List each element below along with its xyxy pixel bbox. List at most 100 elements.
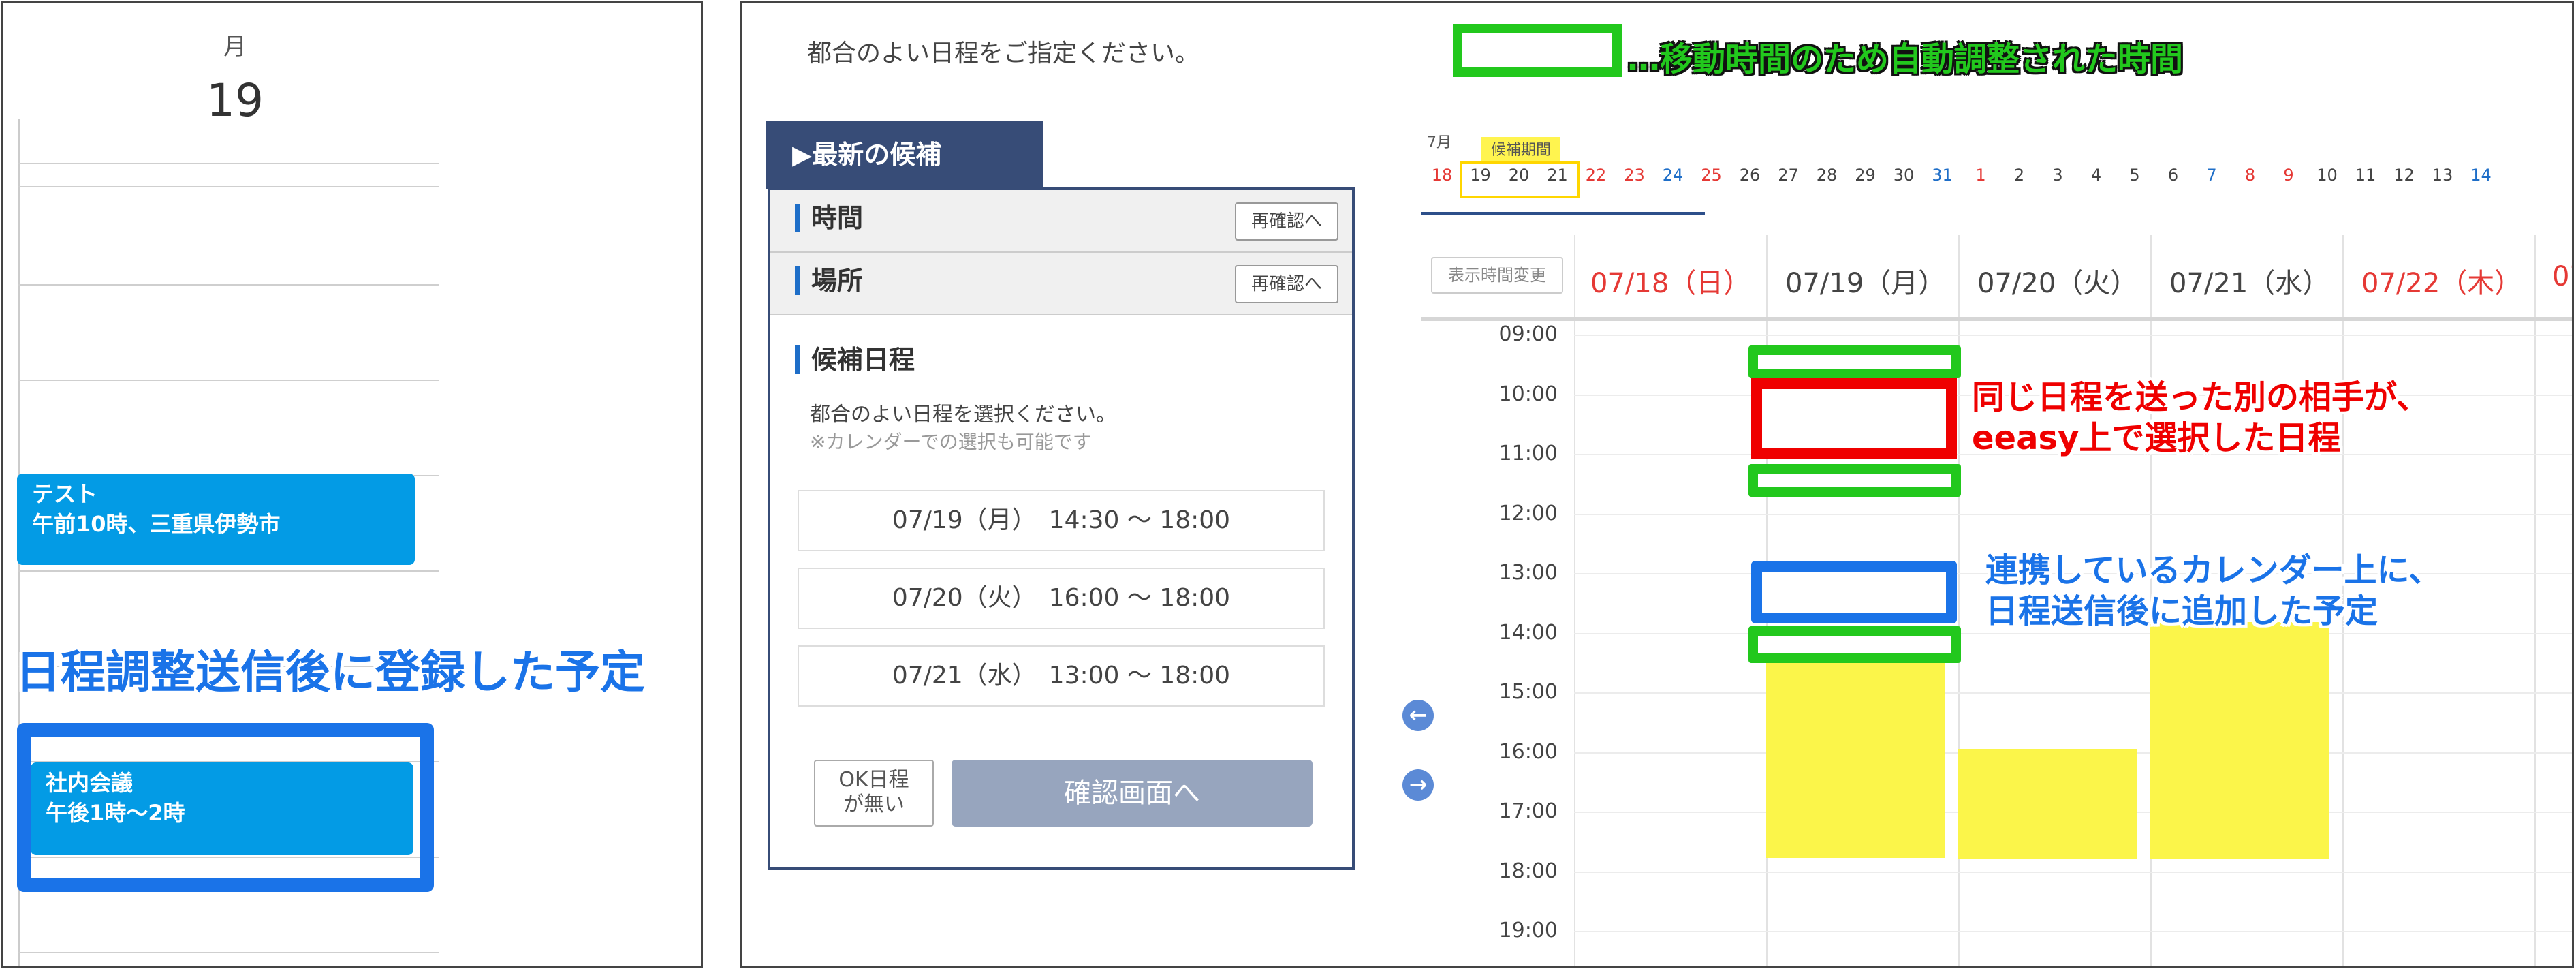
calendar-event-test[interactable]: テスト 午前10時、三重県伊勢市 bbox=[17, 474, 415, 565]
place-row: 場所 再確認へ bbox=[770, 253, 1352, 315]
date-strip-underline bbox=[1421, 212, 1705, 215]
annotation-blue: 連携しているカレンダー上に、 日程送信後に追加した予定 bbox=[1985, 550, 2441, 632]
reconfirm-place-button[interactable]: 再確認へ bbox=[1235, 265, 1338, 303]
column-header: 07/22（木） bbox=[2361, 268, 2522, 299]
time-label: 19:00 bbox=[1498, 919, 1558, 942]
date-strip-day[interactable]: 28 bbox=[1808, 166, 1846, 185]
green-adjust-box bbox=[1748, 464, 1961, 497]
red-highlight-box bbox=[1751, 378, 1957, 459]
event-time: 午前10時、三重県伊勢市 bbox=[32, 511, 281, 537]
annotation-caption: 日程調整送信後に登録した予定 bbox=[16, 646, 645, 698]
time-label: 17:00 bbox=[1498, 799, 1558, 823]
hour-line bbox=[18, 570, 439, 572]
display-time-button[interactable]: 表示時間変更 bbox=[1431, 257, 1563, 294]
calendar-event-meeting[interactable]: 社内会議 午後1時～2時 bbox=[31, 762, 413, 855]
blue-highlight-box bbox=[1751, 561, 1957, 623]
date-strip-day[interactable]: 25 bbox=[1693, 166, 1731, 185]
time-label: 09:00 bbox=[1498, 322, 1558, 346]
candidate-slot[interactable]: 07/19（月） 14:30 ～ 18:00 bbox=[798, 490, 1325, 551]
day-number[interactable]: 19 bbox=[194, 74, 276, 127]
page-instruction: 都合のよい日程をご指定ください。 bbox=[807, 40, 1200, 67]
date-strip-day[interactable]: 13 bbox=[2423, 166, 2462, 185]
date-strip-day[interactable]: 24 bbox=[1654, 166, 1692, 185]
time-label: 13:00 bbox=[1498, 561, 1558, 585]
date-strip-day[interactable]: 2 bbox=[2000, 166, 2039, 185]
candidate-period-tag: 候補期間 bbox=[1481, 137, 1560, 164]
candidate-slot[interactable]: 07/20（火） 16:00 ～ 18:00 bbox=[798, 568, 1325, 629]
time-label: 11:00 bbox=[1498, 442, 1558, 465]
time-gridline bbox=[1574, 692, 2572, 694]
date-strip-day[interactable]: 26 bbox=[1731, 166, 1769, 185]
date-strip-day[interactable]: 14 bbox=[2462, 166, 2500, 185]
date-strip-day[interactable]: 6 bbox=[2154, 166, 2193, 185]
time-label: 12:00 bbox=[1498, 501, 1558, 525]
calendar-week-view: 7月 候補期間 表示時間変更 07/18（日） 07/19（月） 07/20（火… bbox=[1421, 3, 2572, 966]
annotation-line: 日程送信後に追加した予定 bbox=[1985, 592, 2378, 630]
time-row: 時間 再確認へ bbox=[770, 190, 1352, 253]
date-strip-day[interactable]: 30 bbox=[1885, 166, 1923, 185]
date-strip-day[interactable]: 21 bbox=[1539, 166, 1577, 185]
annotation-line: 同じ日程を送った別の相手が、 bbox=[1972, 378, 2430, 416]
time-label: 16:00 bbox=[1498, 739, 1558, 764]
column-header: 07/18（日） bbox=[1590, 268, 1751, 299]
available-slot-0720[interactable] bbox=[1958, 749, 2137, 859]
time-gridline bbox=[1574, 871, 2572, 873]
available-slot-0719[interactable] bbox=[1766, 648, 1945, 858]
green-adjust-box bbox=[1748, 345, 1961, 378]
date-strip-day[interactable]: 9 bbox=[2269, 166, 2308, 185]
date-strip-day[interactable]: 12 bbox=[2385, 166, 2423, 185]
green-adjust-box bbox=[1748, 626, 1961, 663]
candidate-card: 時間 再確認へ 場所 再確認へ 候補日程 都合のよい日程を選択ください。 ※カレ… bbox=[768, 187, 1355, 870]
date-strip-day[interactable]: 8 bbox=[2231, 166, 2269, 185]
hour-line bbox=[18, 952, 439, 953]
no-ok-date-button[interactable]: OK日程 が無い bbox=[814, 760, 934, 827]
tab-latest-candidates[interactable]: ▶最新の候補 bbox=[766, 121, 1043, 189]
column-separator bbox=[2534, 235, 2536, 966]
candidates-subtitle: 都合のよい日程を選択ください。 bbox=[810, 403, 1116, 427]
header-divider bbox=[1421, 317, 2572, 321]
column-header: 07 bbox=[2552, 261, 2572, 292]
column-header: 07/20（火） bbox=[1977, 268, 2138, 299]
date-strip-day[interactable]: 19 bbox=[1462, 166, 1500, 185]
hour-line bbox=[18, 284, 439, 286]
time-gridline bbox=[1574, 513, 2572, 515]
candidate-slot[interactable]: 07/21（水） 13:00 ～ 18:00 bbox=[798, 645, 1325, 707]
annotation-line: 連携しているカレンダー上に、 bbox=[1985, 551, 2442, 589]
reconfirm-time-button[interactable]: 再確認へ bbox=[1235, 202, 1338, 241]
eeasy-panel: 都合のよい日程をご指定ください。 …移動時間のため自動調整された時間 ▶最新の候… bbox=[740, 1, 2574, 968]
date-strip-day[interactable]: 22 bbox=[1577, 166, 1615, 185]
place-label: 場所 bbox=[795, 266, 863, 295]
column-header: 07/19（月） bbox=[1785, 268, 1946, 299]
date-strip-day[interactable]: 1 bbox=[1962, 166, 2000, 185]
date-strip-day[interactable]: 20 bbox=[1500, 166, 1538, 185]
time-label: 15:00 bbox=[1498, 680, 1558, 704]
date-strip-day[interactable]: 3 bbox=[2039, 166, 2077, 185]
time-gridline bbox=[1574, 632, 2572, 634]
date-strip-day[interactable]: 29 bbox=[1847, 166, 1885, 185]
date-strip-day[interactable]: 31 bbox=[1923, 166, 1962, 185]
date-strip-day[interactable]: 5 bbox=[2116, 166, 2154, 185]
candidates-title: 候補日程 bbox=[795, 345, 915, 374]
available-slot-0721[interactable] bbox=[2150, 622, 2329, 859]
confirm-button[interactable]: 確認画面へ bbox=[952, 760, 1313, 827]
month-label: 7月 bbox=[1427, 134, 1451, 151]
date-strip-day[interactable]: 11 bbox=[2346, 166, 2385, 185]
time-label: 14:00 bbox=[1498, 620, 1558, 645]
date-strip-day[interactable]: 18 bbox=[1423, 166, 1461, 185]
time-gridline bbox=[1574, 931, 2572, 932]
hour-line bbox=[18, 163, 439, 164]
column-separator bbox=[1574, 235, 1575, 966]
hour-line bbox=[18, 380, 439, 381]
event-title: 社内会議 bbox=[46, 770, 133, 796]
google-calendar-panel: 月 19 テスト 午前10時、三重県伊勢市 日程調整送信後に登録した予定 社内会… bbox=[1, 1, 703, 968]
date-strip-day[interactable]: 10 bbox=[2308, 166, 2346, 185]
time-label: 18:00 bbox=[1498, 859, 1558, 883]
date-strip-day[interactable]: 4 bbox=[2077, 166, 2116, 185]
hour-line bbox=[18, 186, 439, 187]
date-strip-day[interactable]: 27 bbox=[1770, 166, 1808, 185]
event-time: 午後1時～2時 bbox=[46, 800, 185, 826]
annotation-line: eeasy上で選択した日程 bbox=[1972, 419, 2341, 457]
date-strip-day[interactable]: 23 bbox=[1616, 166, 1654, 185]
column-header: 07/21（水） bbox=[2169, 268, 2330, 299]
date-strip-day[interactable]: 7 bbox=[2193, 166, 2231, 185]
